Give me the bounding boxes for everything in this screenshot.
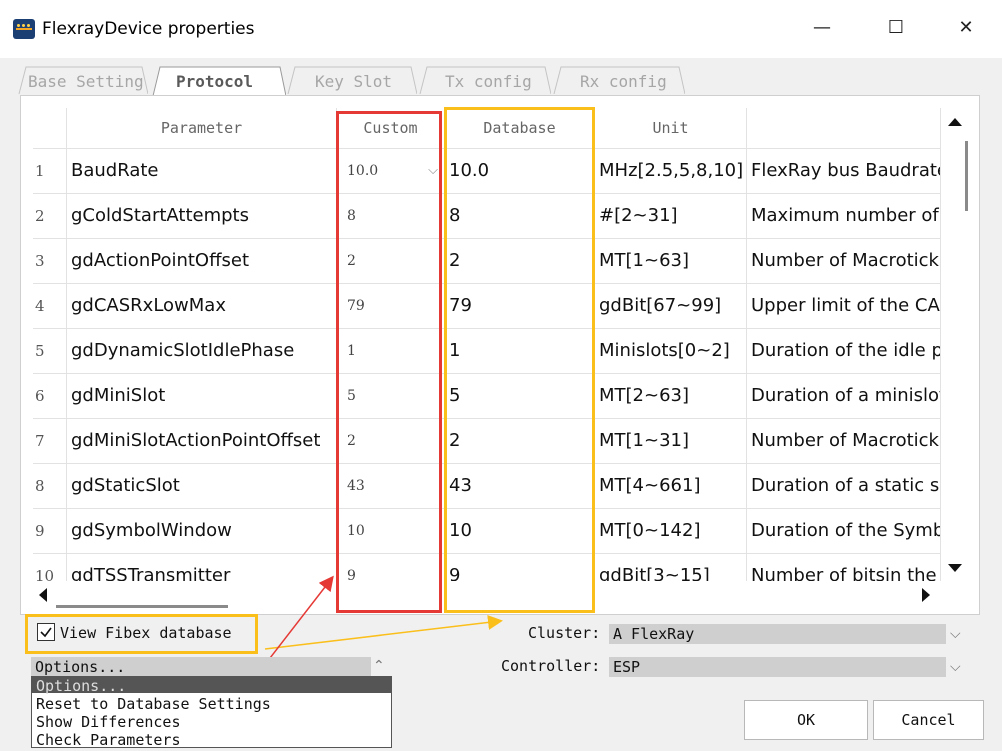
option-check-parameters[interactable]: Check Parameters bbox=[36, 731, 181, 749]
checkmark-icon bbox=[40, 627, 52, 638]
controller-label: Controller: bbox=[501, 657, 601, 675]
database-arrow bbox=[264, 614, 503, 650]
option-show-differences[interactable]: Show Differences bbox=[36, 713, 181, 731]
ok-button[interactable]: OK bbox=[744, 700, 868, 740]
option-item[interactable]: Options... bbox=[36, 677, 126, 695]
view-fibex-label[interactable]: View Fibex database bbox=[60, 624, 232, 642]
options-dropdown[interactable]: Options... Reset to Database Settings Sh… bbox=[31, 676, 392, 749]
view-fibex-checkbox[interactable] bbox=[37, 623, 55, 641]
cluster-label: Cluster: bbox=[528, 624, 601, 642]
chevron-down-icon[interactable]: ⌵ bbox=[950, 659, 961, 675]
cluster-select[interactable]: A FlexRay bbox=[609, 624, 946, 644]
option-reset[interactable]: Reset to Database Settings bbox=[36, 695, 271, 713]
cancel-button[interactable]: Cancel bbox=[873, 700, 984, 740]
controller-select[interactable]: ESP bbox=[609, 657, 946, 677]
chevron-up-icon[interactable]: ⌃ bbox=[373, 658, 385, 674]
chevron-down-icon[interactable]: ⌵ bbox=[950, 626, 961, 642]
options-select[interactable]: Options... bbox=[31, 657, 371, 677]
